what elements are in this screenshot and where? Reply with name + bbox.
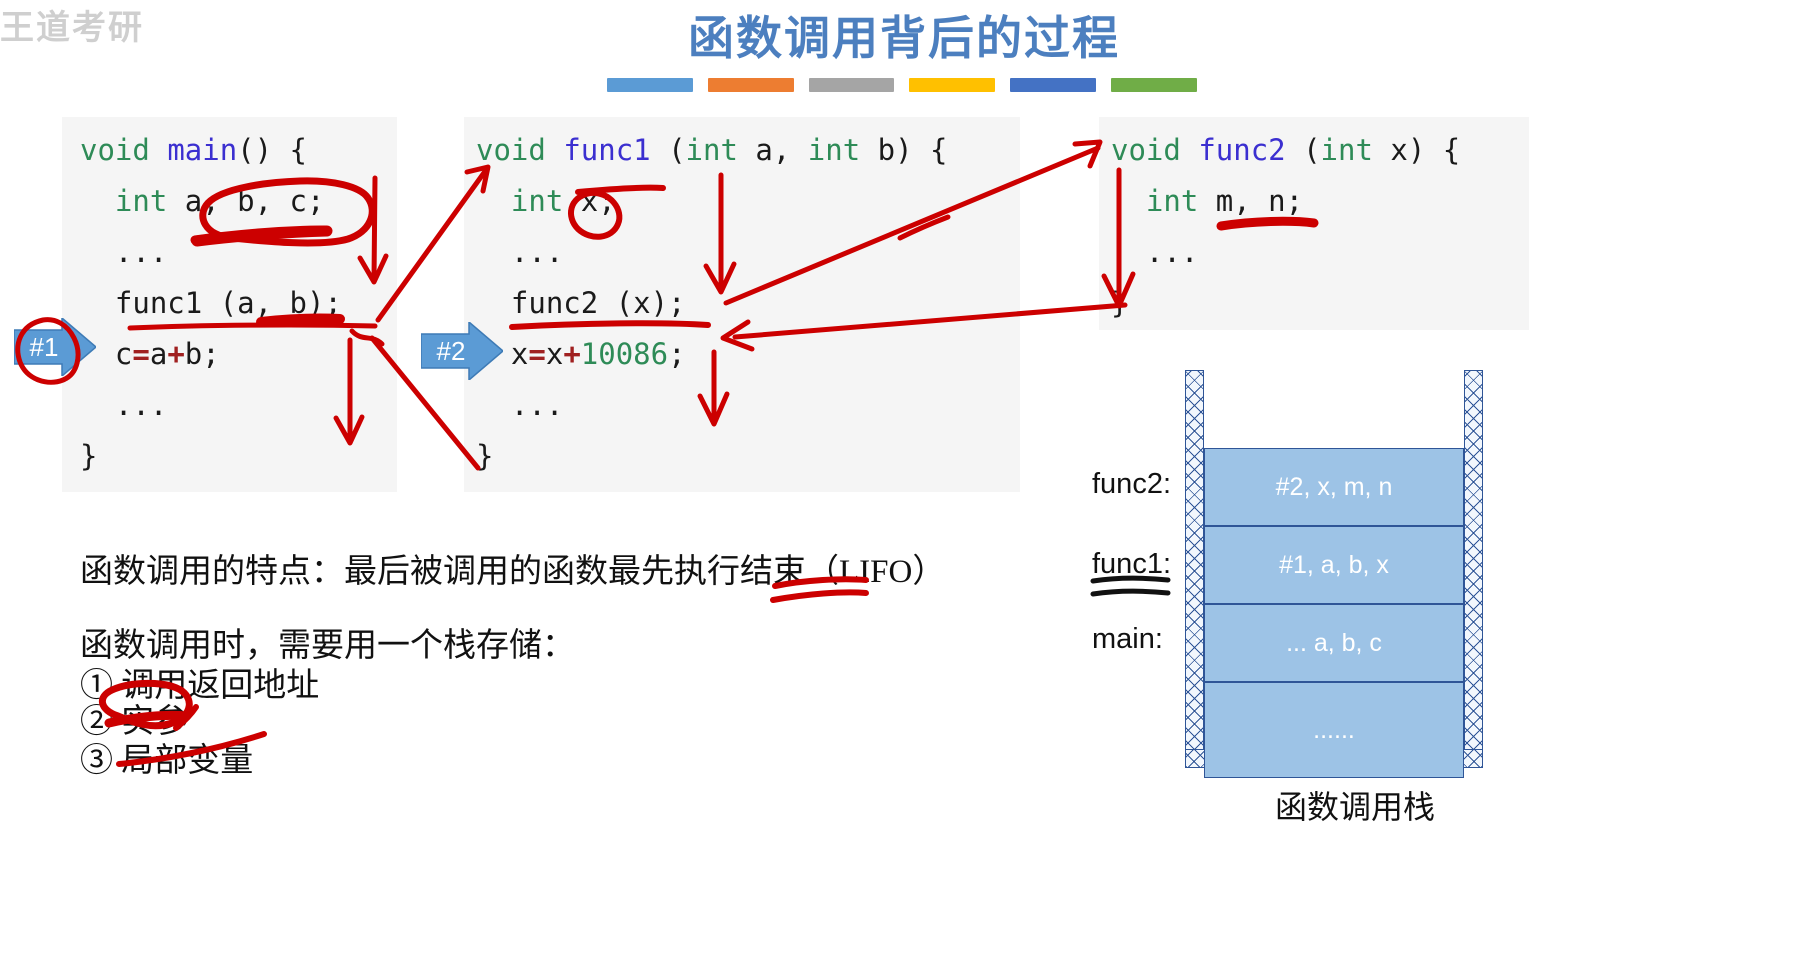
note-lifo: 函数调用的特点：最后被调用的函数最先执行结束（LIFO） [80, 554, 946, 590]
code-line: int x; [476, 176, 1020, 227]
code-token: m, n; [1198, 184, 1304, 218]
code-token: ( [1285, 133, 1321, 167]
code-token: int [1145, 184, 1199, 218]
code-line: } [476, 431, 1020, 482]
stack-frame: ... a, b, c [1204, 604, 1464, 682]
code-token: a [149, 337, 168, 371]
code-line: ... [476, 227, 1020, 278]
func1-code-block: void func1 (int a, int b) { int x; ... f… [464, 117, 1020, 492]
underline-lifo-2 [770, 589, 869, 603]
code-line: int a, b, c; [80, 176, 397, 227]
code-token: ... [476, 235, 564, 269]
code-line: int m, n; [1111, 176, 1529, 227]
accent-bar-strip [607, 78, 1197, 92]
accent-bar-2 [707, 78, 794, 92]
code-token: void [80, 133, 168, 167]
stack-frame: #1, a, b, x [1204, 526, 1464, 604]
code-token: } [80, 439, 98, 473]
stack-label-func1: func1: [1092, 548, 1171, 580]
stack-frame-label: ...... [1313, 715, 1355, 744]
code-token: 10086 [580, 337, 669, 371]
code-token: x [545, 337, 564, 371]
code-token: = [132, 337, 150, 371]
code-line: func2 (x); [476, 278, 1020, 329]
stack-frame: #2, x, m, n [1204, 448, 1464, 526]
code-token: main [167, 133, 238, 167]
accent-bar-3 [808, 78, 895, 92]
code-line: } [80, 431, 397, 482]
code-line: void func2 (int x) { [1111, 125, 1529, 176]
code-line: void main() { [80, 125, 397, 176]
main-code-block: void main() { int a, b, c; ... func1 (a,… [62, 117, 397, 492]
code-token: } [476, 439, 494, 473]
call-stack-diagram: #2, x, m, n #1, a, b, x ... a, b, c...... [1185, 370, 1525, 778]
code-token: func1 [563, 133, 651, 167]
page-title: 函数调用背后的过程 [688, 13, 1120, 64]
accent-bar-6 [1111, 78, 1197, 92]
code-line: } [1111, 278, 1529, 329]
code-token: int [807, 133, 861, 167]
code-line: ... [80, 227, 397, 278]
code-token: void [476, 133, 564, 167]
underline-func1-stack-label-2 [1090, 588, 1171, 597]
note-item-3: ③ 局部变量 [80, 743, 254, 779]
code-token: int [685, 133, 738, 167]
code-token: func2 [1198, 133, 1286, 167]
stack-label-main: main: [1092, 623, 1163, 655]
step-marker-1: #1 [13, 316, 98, 378]
code-token: = [528, 337, 546, 371]
code-token: int [510, 184, 564, 218]
code-token: } [1111, 286, 1129, 320]
stack-frame-label: ... a, b, c [1286, 628, 1382, 657]
func2-code-block: void func2 (int x) { int m, n; ...} [1099, 117, 1529, 330]
code-token: ... [1111, 235, 1199, 269]
code-line: void func1 (int a, int b) { [476, 125, 1020, 176]
code-token: a, [737, 133, 808, 167]
stack-wall-right [1464, 370, 1483, 768]
stack-caption: 函数调用栈 [1274, 789, 1435, 825]
code-token: + [167, 337, 185, 371]
stack-frame: ...... [1204, 682, 1464, 778]
code-token: func2 (x); [476, 286, 686, 320]
step-marker-2: #2 [420, 320, 505, 382]
code-token: b) { [860, 133, 948, 167]
code-line: c=a+b; [80, 329, 397, 380]
stack-label-func2: func2: [1092, 468, 1171, 500]
arrow-func1-to-func2-head [1072, 139, 1103, 169]
code-token: ... [476, 388, 564, 422]
code-token: func1 (a, b); [80, 286, 342, 320]
code-line: func1 (a, b); [80, 278, 397, 329]
code-line: ... [1111, 227, 1529, 278]
code-token: a, b, c; [167, 184, 325, 218]
code-token: + [563, 337, 581, 371]
code-line: x=x+10086; [476, 329, 1020, 380]
code-token: ; [668, 337, 686, 371]
code-token: int [1320, 133, 1373, 167]
stack-frame-label: #1, a, b, x [1279, 550, 1389, 579]
code-token: x) { [1372, 133, 1461, 167]
stack-wall-left [1185, 370, 1204, 768]
step-marker-2-label: #2 [436, 336, 466, 366]
accent-bar-4 [909, 78, 996, 92]
step-marker-1-label: #1 [29, 332, 59, 362]
code-token: x; [563, 184, 616, 218]
code-token: int [114, 184, 168, 218]
code-line: ... [476, 380, 1020, 431]
code-token: ( [650, 133, 686, 167]
stack-frames: #2, x, m, n #1, a, b, x ... a, b, c...... [1204, 370, 1464, 778]
code-token: b; [184, 337, 220, 371]
accent-bar-5 [1010, 78, 1097, 92]
code-line: ... [80, 380, 397, 431]
accent-bar-1 [607, 78, 693, 92]
code-token: ... [80, 235, 168, 269]
code-token: void [1111, 133, 1199, 167]
code-token: ... [80, 388, 168, 422]
code-token: () { [237, 133, 307, 167]
stack-frame-label: #2, x, m, n [1275, 472, 1393, 501]
